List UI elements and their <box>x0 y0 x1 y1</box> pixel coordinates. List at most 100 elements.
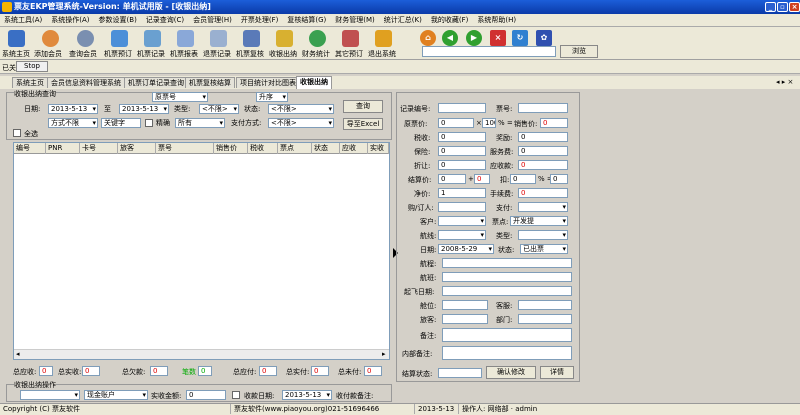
note-input[interactable] <box>442 328 572 342</box>
col-sale-price[interactable]: 销售价 <box>214 143 248 154</box>
customer-select[interactable] <box>438 216 486 226</box>
address-input[interactable] <box>422 46 556 57</box>
menu-record-query[interactable]: 记录查询(C) <box>146 14 184 26</box>
col-id[interactable]: 编号 <box>14 143 46 154</box>
cash-account-select[interactable]: 现金账户 <box>84 390 148 400</box>
tab-review[interactable]: 机票复核结算 <box>185 77 235 88</box>
menu-system-ops[interactable]: 系统操作(A) <box>51 14 89 26</box>
insurance-input[interactable]: 0 <box>438 146 486 156</box>
col-ticket-no[interactable]: 票号 <box>156 143 214 154</box>
keyword-input[interactable]: 关键字 <box>101 118 141 128</box>
percent-input[interactable]: 100 <box>482 118 496 128</box>
flight-input[interactable] <box>442 258 572 268</box>
service-fee-input[interactable]: 0 <box>518 146 568 156</box>
date-detail-input[interactable]: 2008-5-29 <box>438 244 494 254</box>
book-ticket-button[interactable]: 机票预订 <box>104 27 134 60</box>
confirm-edit-button[interactable]: 确认修改 <box>486 366 536 379</box>
sort-field-select[interactable]: 原票号 <box>152 92 208 102</box>
finance-stats-button[interactable]: 财务统计 <box>302 27 332 60</box>
kind-select[interactable] <box>518 230 568 240</box>
ticket-report-button[interactable]: 机票报表 <box>170 27 200 60</box>
col-card[interactable]: 卡号 <box>80 143 118 154</box>
menu-params[interactable]: 参数设置(B) <box>99 14 137 26</box>
ops-type-select[interactable] <box>20 390 80 400</box>
settle-price-input[interactable]: 0 <box>438 174 466 184</box>
ticket-point-select[interactable]: 开发提 <box>510 216 568 226</box>
all-select[interactable]: 所有 <box>175 118 225 128</box>
other-booking-button[interactable]: 其它预订 <box>335 27 365 60</box>
service-person-input[interactable] <box>518 300 572 310</box>
ticket-records-button[interactable]: 机票记录 <box>137 27 167 60</box>
recv-date-checkbox[interactable] <box>232 391 240 399</box>
pay-method-select[interactable]: <不限> <box>268 118 334 128</box>
dept-input[interactable] <box>518 314 572 324</box>
mode-select[interactable]: 方式不限 <box>48 118 98 128</box>
exact-checkbox[interactable] <box>145 119 153 127</box>
scroll-right-icon[interactable]: ▸ <box>382 350 386 358</box>
tab-home[interactable]: 系统主页 <box>12 77 48 88</box>
refund-records-button[interactable]: 退票记录 <box>203 27 233 60</box>
passenger-input[interactable] <box>442 314 488 324</box>
col-status[interactable]: 状态 <box>312 143 340 154</box>
add-member-button[interactable]: 添加会员 <box>34 27 66 60</box>
rec-no-input[interactable] <box>438 103 486 113</box>
date-from-input[interactable]: 2013-5-13 <box>48 104 98 114</box>
tab-stats-chart[interactable]: 项目统计对比图表 <box>236 77 300 88</box>
query-member-button[interactable]: 查询会员 <box>69 27 101 60</box>
state-select[interactable]: 已出票 <box>520 244 568 254</box>
col-received[interactable]: 实收 <box>368 143 389 154</box>
receivable-input[interactable]: 0 <box>518 160 568 170</box>
stop-button[interactable]: Stop <box>16 61 48 72</box>
fee-input[interactable]: 0 <box>518 188 568 198</box>
restore-button[interactable]: ▫ <box>777 2 788 12</box>
col-passenger[interactable]: 旅客 <box>118 143 156 154</box>
airline-select[interactable] <box>438 230 486 240</box>
menu-finance[interactable]: 财务管理(M) <box>335 14 375 26</box>
stop-icon[interactable]: × <box>490 30 506 46</box>
agent-input[interactable] <box>438 202 486 212</box>
col-tax[interactable]: 税收 <box>248 143 278 154</box>
menu-favorites[interactable]: 我的收藏(F) <box>431 14 469 26</box>
date-to-input[interactable]: 2013-5-13 <box>119 104 169 114</box>
recv-date-input[interactable]: 2013-5-13 <box>282 390 332 400</box>
close-button[interactable]: × <box>789 2 800 12</box>
select-all-checkbox[interactable] <box>13 129 21 137</box>
query-button[interactable]: 查询 <box>343 100 383 113</box>
menu-system-tools[interactable]: 系统工具(A) <box>4 14 42 26</box>
real-amount-input[interactable]: 0 <box>186 390 226 400</box>
sale-price-input[interactable]: 0 <box>540 118 568 128</box>
cabin-input[interactable] <box>442 300 488 310</box>
tab-member-info[interactable]: 会员信息资料管理系统 <box>47 77 125 88</box>
type-select[interactable]: <不限> <box>199 104 239 114</box>
ticket-no-input[interactable] <box>518 103 568 113</box>
minimize-button[interactable]: _ <box>765 2 776 12</box>
home-tool-button[interactable]: 系统主页 <box>2 27 30 60</box>
face-price-input[interactable]: 0 <box>438 118 474 128</box>
detail-button[interactable]: 详情 <box>540 366 574 379</box>
deduct-input[interactable]: 0 <box>510 174 536 184</box>
menu-help[interactable]: 系统帮助(H) <box>477 14 516 26</box>
tax-input[interactable]: 0 <box>438 132 486 142</box>
browse-button[interactable]: 浏览 <box>560 45 598 58</box>
reward-input[interactable]: 0 <box>518 132 568 142</box>
ticket-review-button[interactable]: 机票复核 <box>236 27 266 60</box>
back-icon[interactable]: ◀ <box>442 30 458 46</box>
tab-order-query[interactable]: 机票订单记录查询 <box>124 77 188 88</box>
grid-hscrollbar[interactable] <box>14 349 389 359</box>
menu-ticketing[interactable]: 开票处理(F) <box>241 14 279 26</box>
menu-review[interactable]: 复核结算(G) <box>287 14 326 26</box>
forward-icon[interactable]: ▶ <box>466 30 482 46</box>
settle-state-input[interactable] <box>438 368 482 378</box>
export-excel-button[interactable]: 导至Excel <box>343 118 383 130</box>
col-pnr[interactable]: PNR <box>46 143 80 154</box>
exit-button[interactable]: 退出系统 <box>368 27 398 60</box>
payment-select[interactable] <box>518 202 568 212</box>
menu-stats[interactable]: 统计汇总(K) <box>384 14 422 26</box>
col-receivable[interactable]: 应收 <box>340 143 368 154</box>
sort-order-select[interactable]: 升序 <box>256 92 288 102</box>
fly-date-input[interactable] <box>442 286 572 296</box>
net-price-input[interactable]: 1 <box>438 188 486 198</box>
flight-no-input[interactable] <box>442 272 572 282</box>
status-select[interactable]: <不限> <box>268 104 334 114</box>
cashier-button[interactable]: 收银出纳 <box>269 27 299 60</box>
